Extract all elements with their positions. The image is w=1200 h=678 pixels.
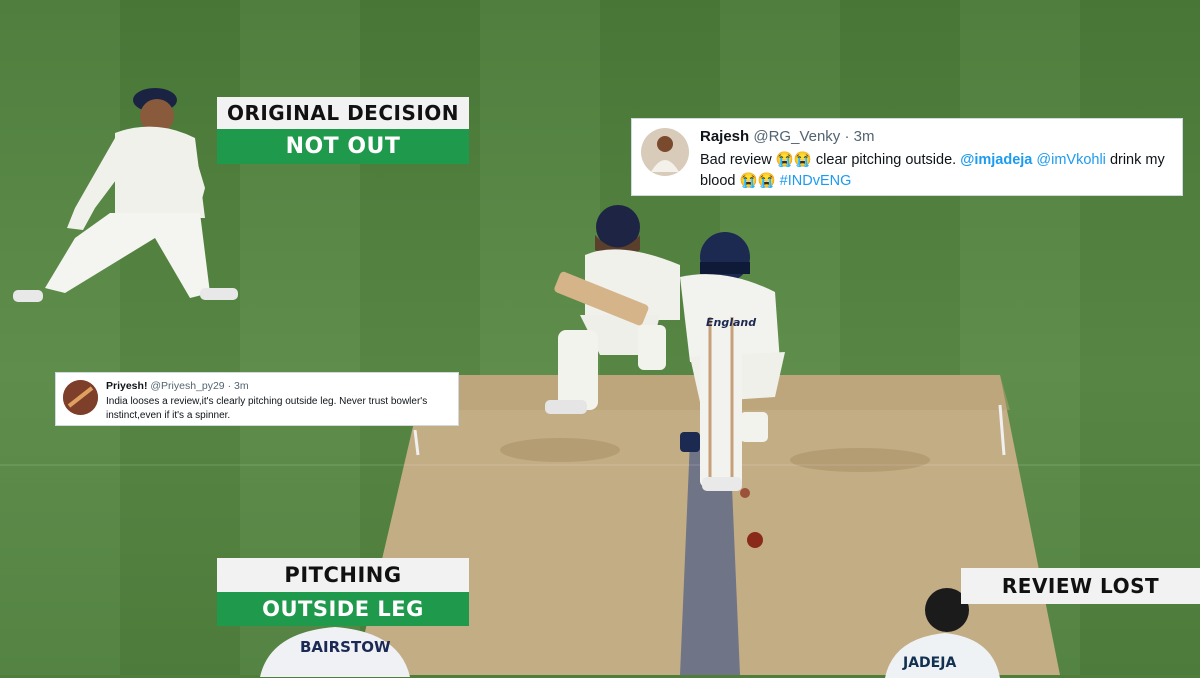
tweet-text: blood [700, 173, 736, 189]
tweet-card-priyesh[interactable]: Priyesh! @Priyesh_py29 · 3m India looses… [55, 372, 459, 426]
tweet-emoji: 😭😭 [775, 152, 812, 168]
fielder-slip [13, 88, 238, 302]
tweet-author-handle[interactable]: @RG_Venky [753, 128, 840, 145]
pitching-title: PITCHING [217, 558, 469, 592]
tweet-mention[interactable]: @imVkohli [1036, 152, 1106, 168]
batsman [554, 232, 785, 491]
tweet-text: drink my [1109, 152, 1165, 168]
tweet-text: Bad review [700, 152, 772, 168]
original-decision-title: ORIGINAL DECISION [217, 97, 469, 129]
tweet-author-handle[interactable]: @Priyesh_py29 [150, 380, 224, 392]
bairstow-jersey-name: BAIRSTOW [300, 638, 391, 656]
original-decision-value: NOT OUT [217, 129, 469, 164]
tweet-text: instinct,even if it's a spinner. [106, 410, 231, 421]
tweet-author-name[interactable]: Rajesh [700, 128, 749, 145]
tweet-text: India looses a review,it's clearly pitch… [106, 396, 428, 407]
pitching-value: OUTSIDE LEG [217, 592, 469, 626]
tweet-emoji: 😭😭 [739, 173, 776, 189]
tweet-author-name[interactable]: Priyesh! [106, 380, 147, 392]
tweet-hashtag[interactable]: #INDvENG [780, 173, 852, 189]
tweet-timestamp[interactable]: 3m [234, 380, 249, 392]
batsman-chest-text: England [706, 316, 757, 329]
tweet-timestamp[interactable]: 3m [854, 128, 875, 145]
cricket-ball [747, 532, 763, 548]
tweet-card-rajesh[interactable]: Rajesh @RG_Venky · 3m Bad review 😭😭 clea… [631, 118, 1183, 196]
review-lost-banner: REVIEW LOST [961, 568, 1200, 604]
tweet-text: clear pitching outside. [815, 152, 957, 168]
avatar [641, 128, 689, 176]
jadeja-jersey-name: JADEJA [903, 655, 957, 671]
tweet-mention[interactable]: @imjadeja [960, 152, 1032, 168]
avatar [63, 380, 98, 415]
